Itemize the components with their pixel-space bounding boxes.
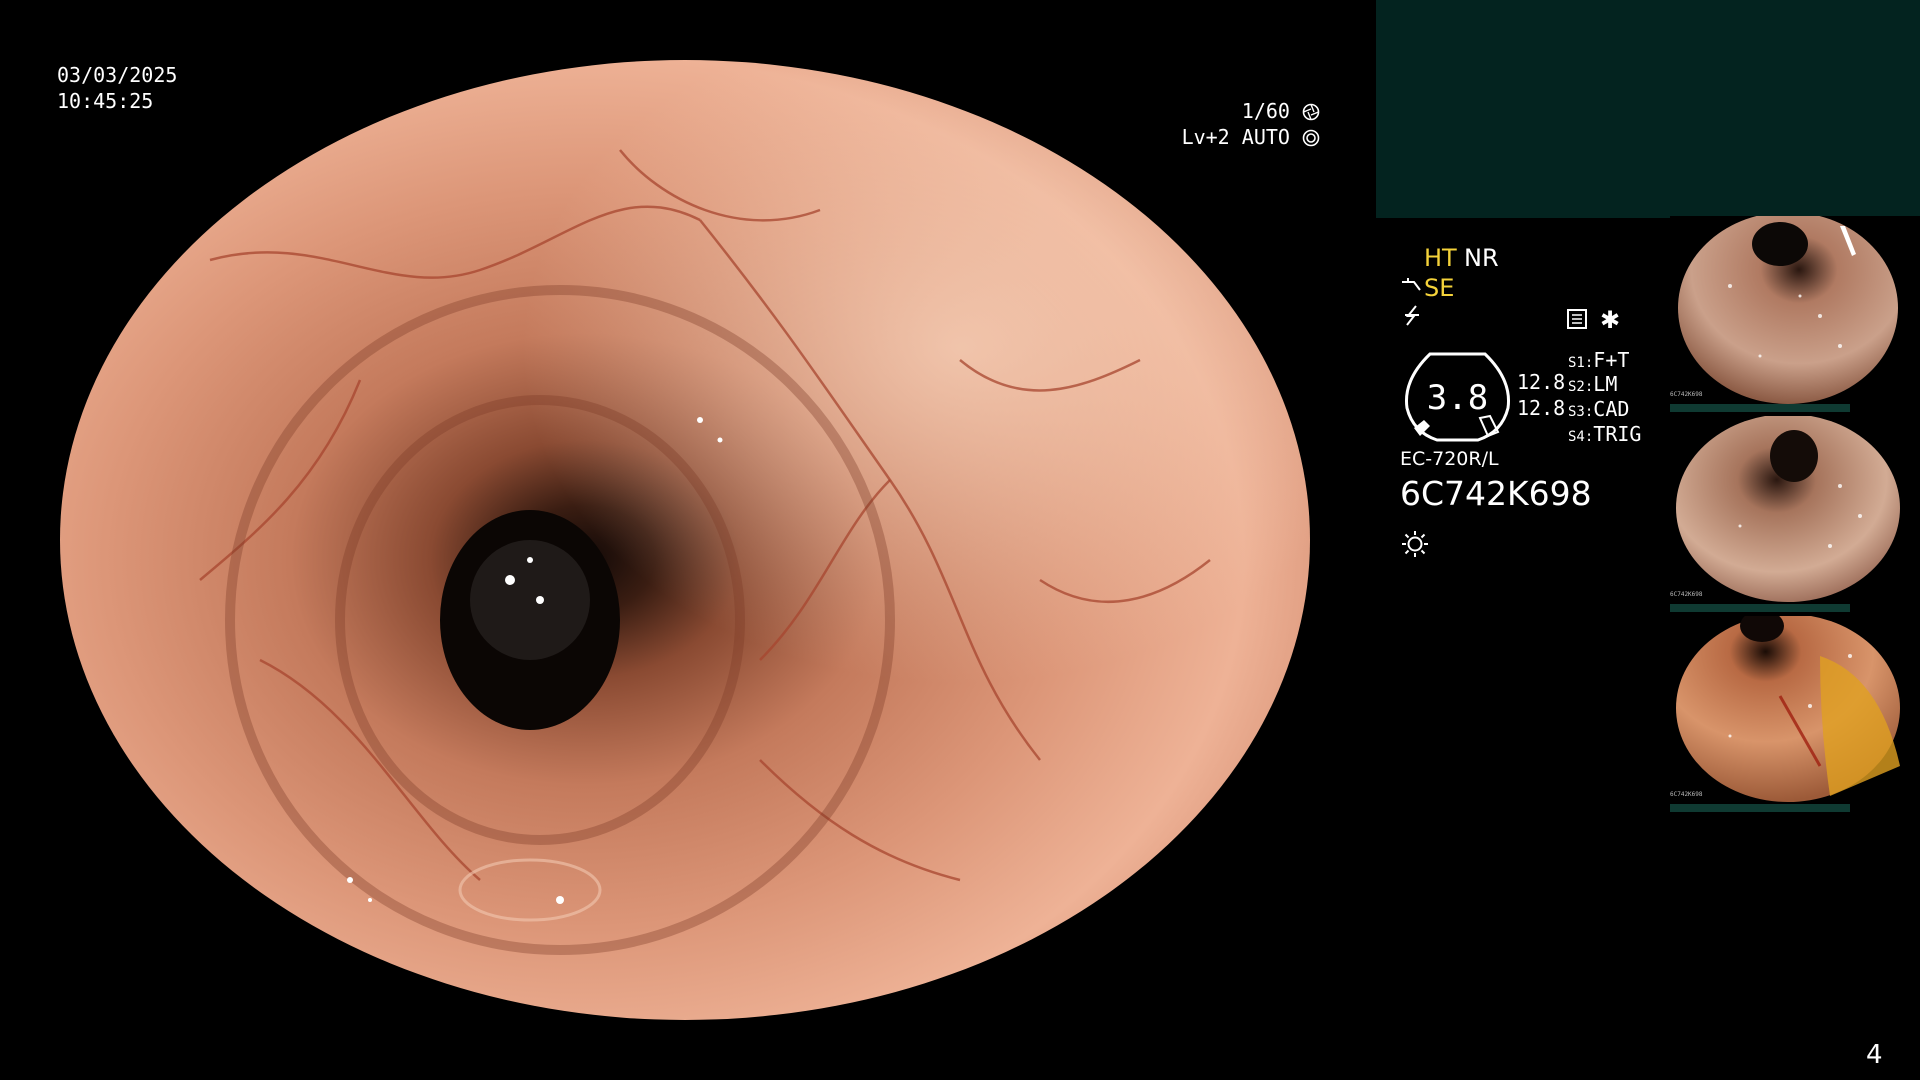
thumbnail-bar (1670, 404, 1850, 412)
asterisk-icon: ✱ (1600, 306, 1621, 334)
scope-tip-icon (1400, 274, 1422, 302)
sun-icon (1400, 528, 1430, 564)
capture-thumbnail[interactable]: 6C742K698 (1670, 416, 1920, 612)
se-indicator: SE (1424, 274, 1455, 302)
time-text: 10:45:25 (57, 89, 154, 113)
scope-model-text: EC-720R/L (1400, 448, 1499, 470)
thumbnail-serial: 6C742K698 (1670, 391, 1703, 398)
zoom-bottom-value: 12.8 (1517, 396, 1566, 420)
ht-indicator: HT (1424, 244, 1457, 272)
scope-serial-text: 6C742K698 (1400, 474, 1592, 513)
date-time-display: 03/03/2025 10:45:25 (57, 62, 177, 114)
zoom-top-value: 12.8 (1517, 370, 1566, 394)
switch-s1: S1:F+T (1568, 348, 1630, 372)
capture-thumbnail[interactable]: 6C742K698 (1670, 616, 1920, 812)
thumbnail-serial: 6C742K698 (1670, 791, 1703, 798)
shutter-speed-text: 1/60 (1241, 99, 1290, 123)
lightning-icon (1402, 304, 1422, 332)
exposure-display: 1/60 Lv+2 AUTO (1100, 98, 1320, 150)
thumbnail-serial: 6C742K698 (1670, 591, 1703, 598)
scope-status-panel: HT NR SE ✱ 3.8 12.8 12.8 S1:F+T S2:LM S3… (1400, 240, 1660, 560)
brightness-level-text: Lv+2 (1181, 125, 1230, 149)
capture-thumbnail[interactable]: 6C742K698 (1670, 216, 1920, 412)
switch-s2: S2:LM (1568, 372, 1618, 396)
mucosa-image (60, 60, 1310, 1020)
aperture-icon (1302, 99, 1320, 123)
date-text: 03/03/2025 (57, 63, 178, 87)
auto-mode-text: AUTO (1241, 125, 1290, 149)
info-panel-header (1376, 0, 1920, 218)
nr-indicator: NR (1464, 244, 1499, 272)
thumbnail-bar (1670, 604, 1850, 612)
gauge-value: 3.8 (1426, 378, 1489, 418)
film-record-icon (1566, 308, 1588, 336)
iris-icon (1302, 125, 1320, 149)
switch-s4: S4:TRIG (1568, 422, 1642, 446)
thumbnail-bar (1670, 804, 1850, 812)
endoscope-main-view (60, 60, 1310, 1020)
switch-s3: S3:CAD (1568, 397, 1630, 421)
page-number: 4 (1866, 1040, 1883, 1070)
